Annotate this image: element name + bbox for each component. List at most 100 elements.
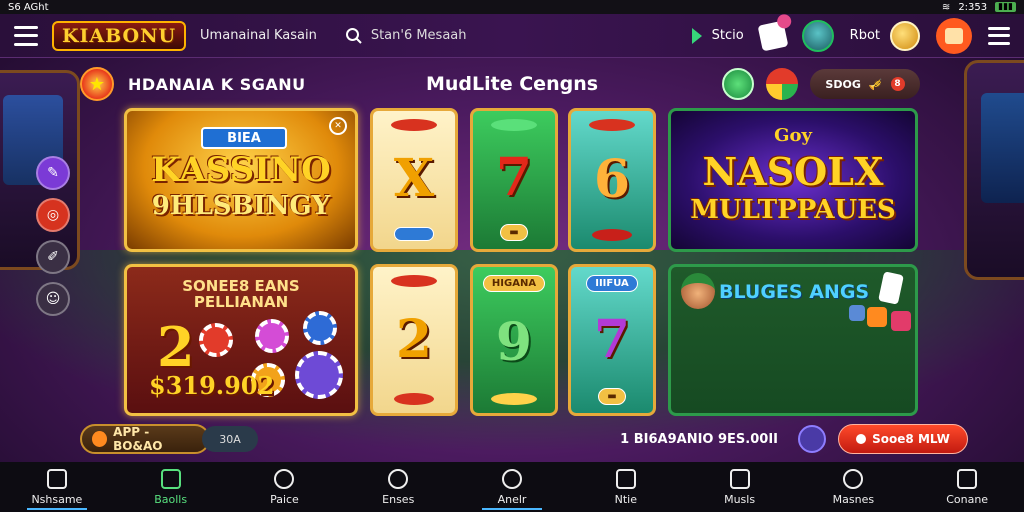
tile-big-number: 2 [157, 315, 195, 379]
dice-icon [867, 307, 887, 327]
reel-symbol: 7 [593, 309, 631, 370]
reel-symbol: 9 [495, 311, 533, 373]
color-wheel-icon[interactable] [766, 68, 798, 100]
status-bar: S6 AGht ≋ 2:353 ▮▮▮ [0, 0, 1024, 14]
poker-chip-icon [199, 323, 233, 357]
reel-symbol: 7 [495, 146, 533, 208]
nav-label: Baolls [154, 492, 188, 506]
slot-reel-6[interactable]: IIIFUA 7 ▬ [568, 264, 656, 416]
slot-reel-3[interactable]: 6 [568, 108, 656, 252]
more-menu-icon[interactable] [988, 26, 1010, 45]
battery-icon: ▮▮▮ [995, 2, 1016, 12]
nav-item-ntie[interactable]: Ntie [569, 462, 683, 512]
nav-item-enses[interactable]: Enses [341, 462, 455, 512]
reel-symbol: 2 [395, 309, 433, 370]
refresh-icon[interactable] [798, 425, 826, 453]
tile-subtitle: 9HLSBINGY [151, 191, 331, 221]
tile-title: NASOLX [702, 149, 884, 194]
gear-icon [843, 468, 864, 489]
stack-pill[interactable]: 30A [202, 426, 258, 452]
record-icon: ◎ [46, 207, 60, 223]
slot-reel-2[interactable]: 7 ▬ [470, 108, 558, 252]
pill-label: SDOG [825, 77, 861, 91]
cta-button[interactable]: Sooe8 MLW [838, 424, 968, 454]
section-header: ★ HDANAIA K SGANU MudLite Cengns SDOG 🎺 … [80, 66, 920, 102]
app-subtitle: Umanainal Kasain [200, 28, 317, 43]
nav-label: Masnes [832, 492, 875, 506]
reel-label-icon: ▬ [500, 224, 528, 241]
nav-item-anelr[interactable]: Anelr [455, 462, 569, 512]
nav-label: Paice [270, 492, 299, 506]
wing-icon [391, 119, 437, 131]
poker-chip-icon [295, 351, 343, 399]
house-icon [615, 468, 636, 489]
chat-icon: ☺ [45, 291, 61, 307]
nav-label: Nshsame [31, 492, 83, 506]
dice-icon [878, 271, 904, 305]
tile-badge: Goy [774, 125, 812, 146]
jackpot-amount: $319.902 [149, 371, 275, 400]
play-icon [691, 27, 702, 44]
pill-badge: 8 [890, 77, 905, 91]
reel-label-icon: ▬ [598, 388, 626, 405]
reel-label-icon [394, 227, 434, 241]
robot-link[interactable]: Rbot [850, 20, 920, 51]
top-app-bar: KIABONU Umanainal Kasain Stan'6 Mesaah S… [0, 14, 1024, 58]
green-chip-icon[interactable] [722, 68, 754, 100]
character-avatar-icon [681, 273, 715, 309]
banner-icon [589, 119, 635, 131]
app-icon [92, 431, 108, 447]
menu-icon[interactable] [14, 25, 38, 46]
nav-item-musls[interactable]: Musls [683, 462, 797, 512]
star-badge-icon[interactable]: ★ [80, 67, 114, 101]
coin-icon [890, 20, 920, 51]
star-icon [491, 393, 537, 405]
reel-symbol: 6 [593, 149, 631, 210]
game-tile-pellianan[interactable]: SONEE8 EANS PELLIANAN 2 $319.902 [124, 264, 358, 416]
poker-chip-icon [303, 311, 337, 345]
chat-side-button[interactable]: ☺ [36, 282, 70, 316]
avatar[interactable] [801, 19, 834, 52]
game-tile-nasolx[interactable]: Goy NASOLX MULTPPAUES [668, 108, 918, 252]
tile-heading-2: PELLIANAN [193, 293, 289, 311]
game-tile-bluges[interactable]: BLUGES ANGS [668, 264, 918, 416]
record-side-button[interactable]: ◎ [36, 198, 70, 232]
app-logo[interactable]: KIABONU [52, 20, 187, 51]
lips-icon [592, 229, 632, 241]
slot-reel-5[interactable]: HIGANA 9 [470, 264, 558, 416]
edit-side-button[interactable]: ✎ [36, 156, 70, 190]
profile-button[interactable] [936, 17, 972, 54]
edit-icon: ✎ [47, 165, 59, 181]
nav-item-masnes[interactable]: Masnes [796, 462, 910, 512]
nav-item-baolls[interactable]: Baolls [114, 462, 228, 512]
tile-title: BLUGES ANGS [719, 281, 870, 303]
compass-icon [388, 468, 409, 489]
active-underline [26, 508, 87, 510]
close-corner-icon[interactable]: ✕ [329, 117, 347, 135]
search-icon [345, 27, 362, 44]
profile-icon [945, 27, 963, 44]
nav-item-home[interactable]: Nshsame [0, 462, 114, 512]
studio-link[interactable]: Stcio [691, 27, 744, 44]
dice-icon [849, 305, 865, 321]
section-left-title: HDANAIA K SGANU [128, 74, 306, 94]
nav-label: Musls [724, 492, 756, 506]
trumpet-icon: 🎺 [868, 77, 883, 91]
search-box[interactable]: Stan'6 Mesaah [345, 27, 467, 45]
dice-icon [891, 311, 911, 331]
nav-label: Anelr [497, 492, 527, 506]
nav-label: Ntie [614, 492, 637, 506]
leaf-icon [491, 119, 537, 131]
nav-item-conane[interactable]: Conane [910, 462, 1024, 512]
slot-reel-4[interactable]: 2 [370, 264, 458, 416]
reel-symbol: X [393, 148, 435, 209]
pen-side-button[interactable]: ✐ [36, 240, 70, 274]
app-pill-button[interactable]: APP - BO&AO [80, 424, 210, 454]
sdog-pill-button[interactable]: SDOG 🎺 8 [810, 69, 920, 99]
bag-icon [729, 468, 750, 489]
nav-item-paice[interactable]: Paice [228, 462, 342, 512]
ticker-bar: APP - BO&AO 30A 1 BI6A9ANIO 9ES.00II Soo… [80, 424, 968, 454]
slot-reel-1[interactable]: X [370, 108, 458, 252]
cards-icon[interactable] [757, 20, 789, 51]
game-tile-kassino[interactable]: BIEA ✕ KASSINO 9HLSBINGY [124, 108, 358, 252]
